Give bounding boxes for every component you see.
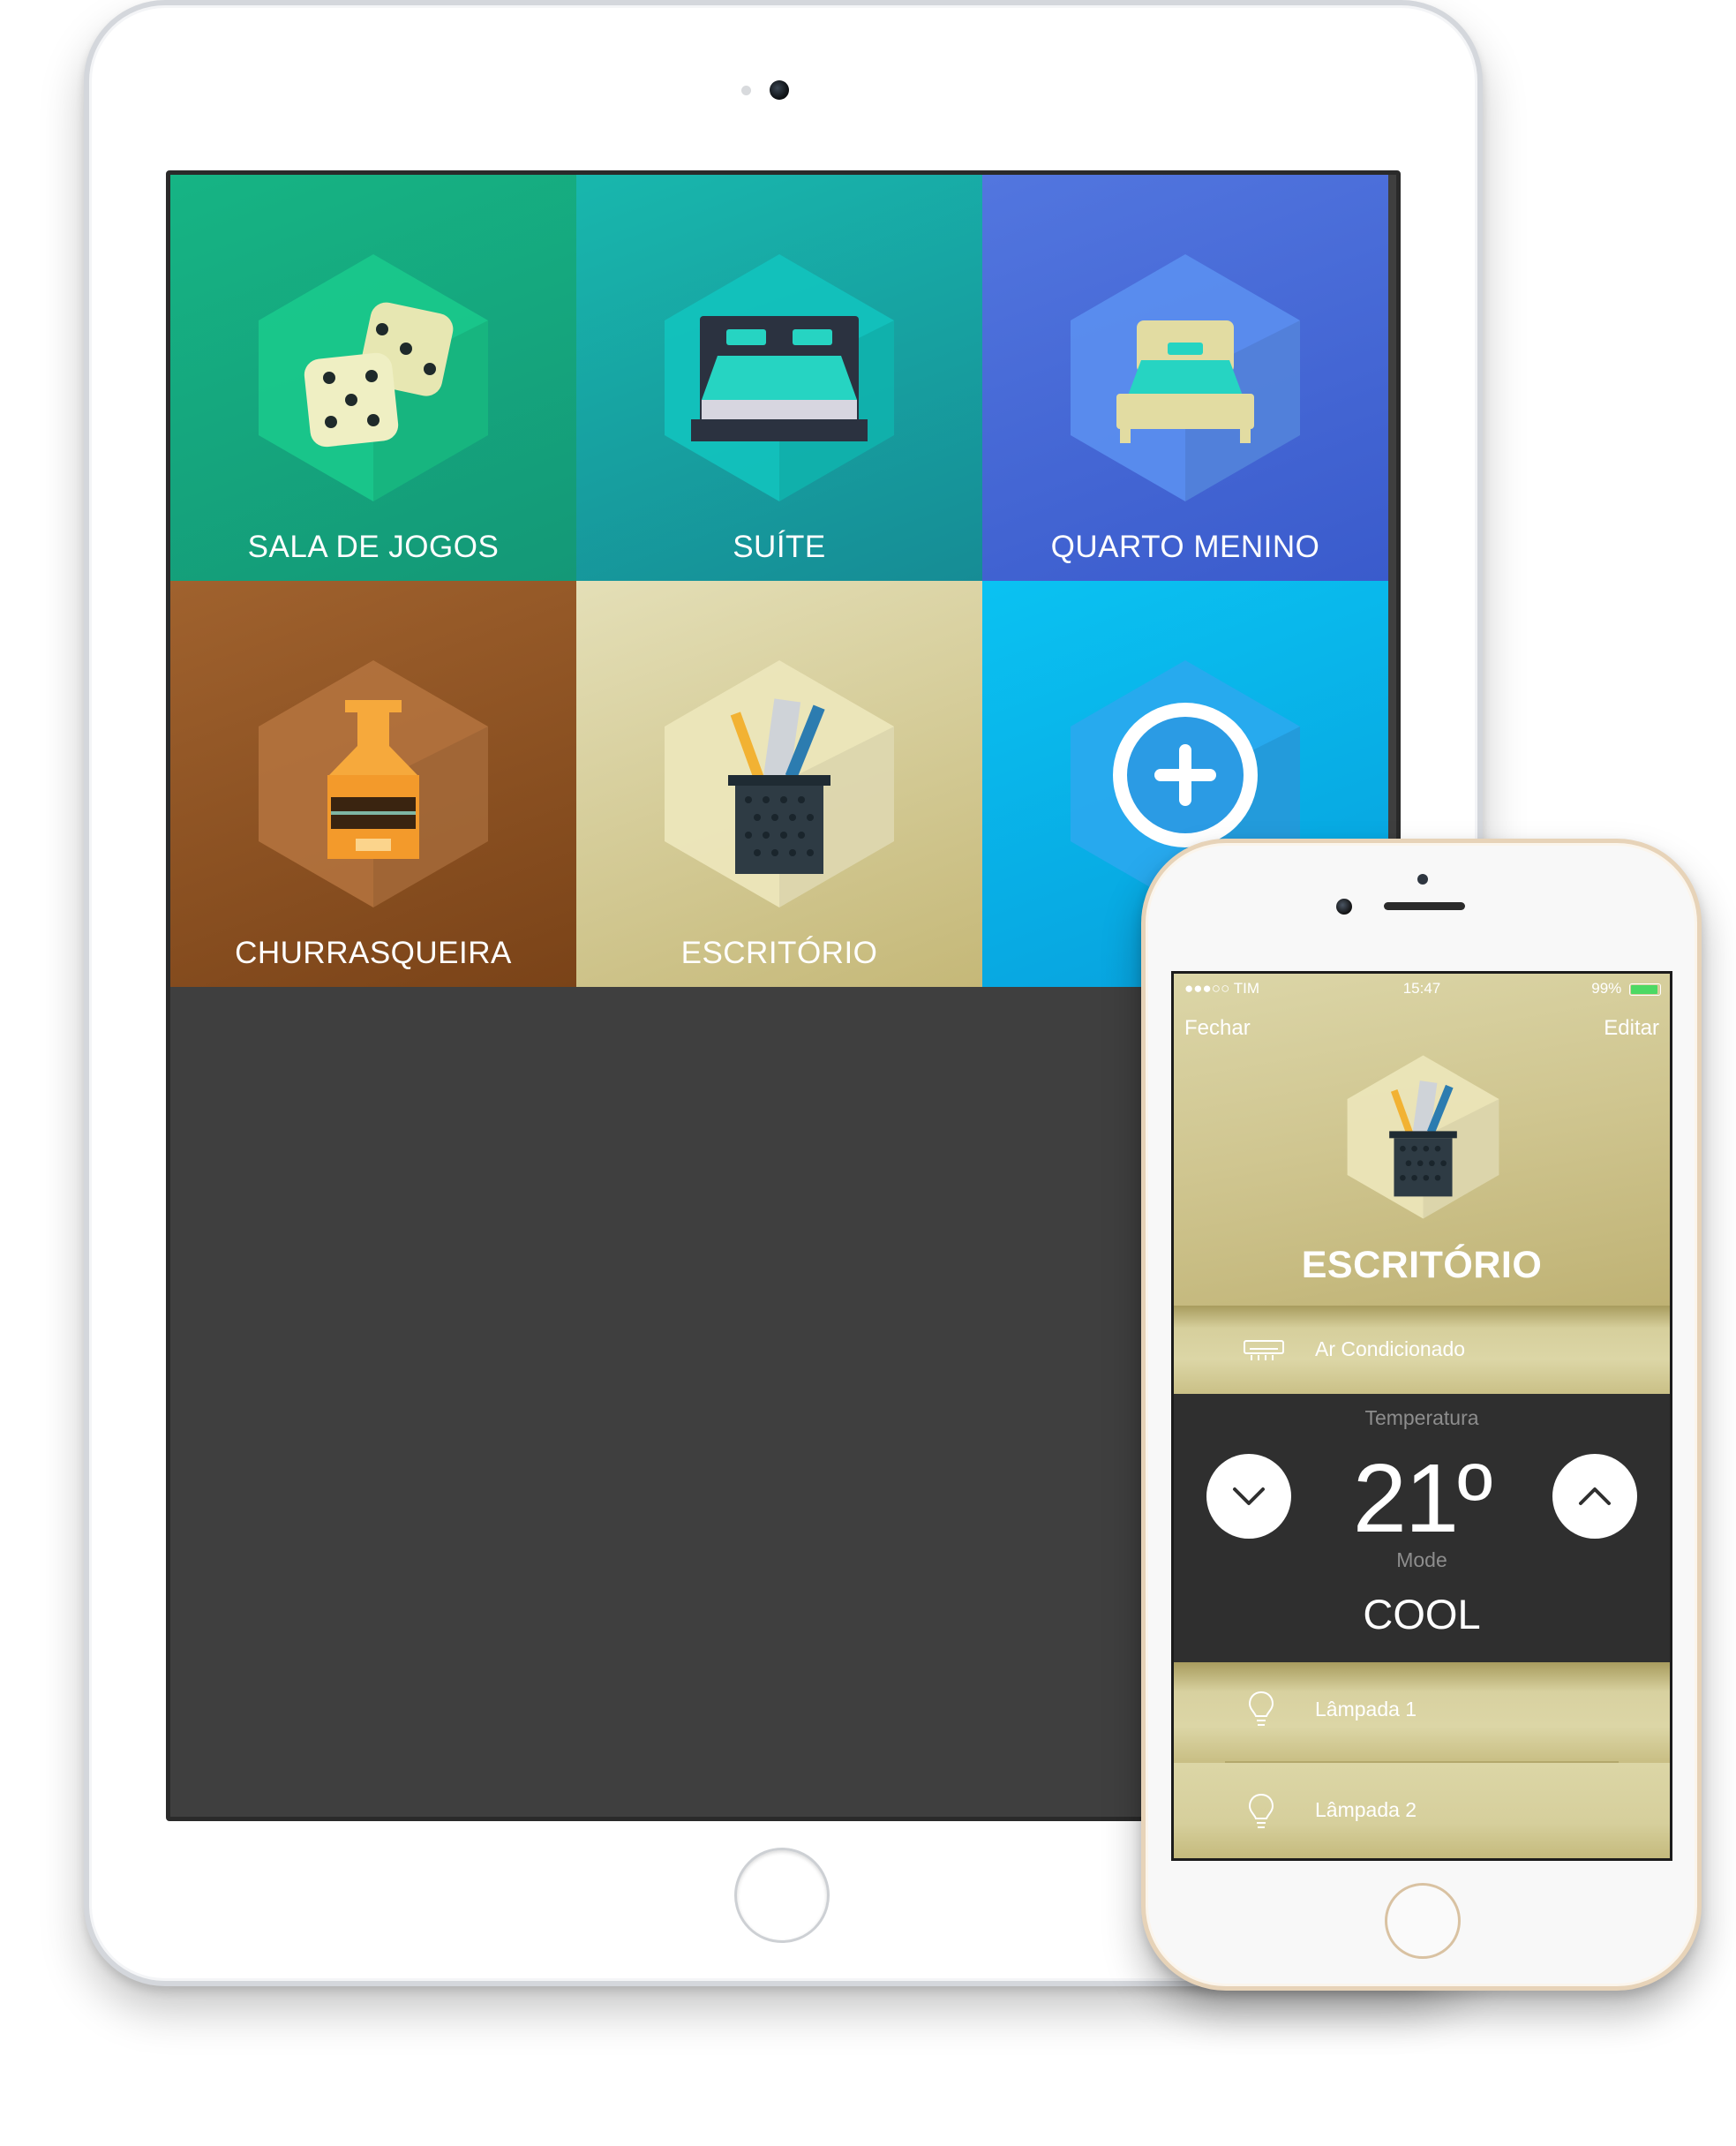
- device-name: Ar Condicionado: [1315, 1337, 1466, 1360]
- mode-value[interactable]: COOL: [1174, 1590, 1670, 1638]
- room-label: ESCRITÓRIO: [680, 936, 878, 970]
- pencil-cup-icon: [1347, 1055, 1499, 1219]
- battery-icon: [1629, 983, 1661, 996]
- room-label: CHURRASQUEIRA: [235, 936, 512, 970]
- ipad-home-button[interactable]: [734, 1848, 830, 1943]
- lightbulb-icon: [1248, 1690, 1274, 1726]
- battery-status: 99%: [1591, 980, 1661, 998]
- status-bar: ●●●○○ TIM 15:47 99%: [1174, 974, 1670, 1000]
- close-button[interactable]: Fechar: [1184, 1016, 1251, 1041]
- mode-label: Mode: [1396, 1548, 1447, 1571]
- room-tile-quarto-menino[interactable]: QUARTO MENINO: [982, 175, 1388, 581]
- phone-screen: ●●●○○ TIM 15:47 99% Fechar Editar ESCRIT…: [1171, 971, 1672, 1861]
- temperature-label: Temperatura: [1364, 1406, 1479, 1429]
- room-label: SALA DE JOGOS: [247, 530, 500, 564]
- dice-icon: [259, 254, 488, 501]
- room-label: QUARTO MENINO: [1050, 530, 1320, 564]
- room-label: SUÍTE: [733, 530, 826, 564]
- bottle-icon: [259, 660, 488, 907]
- double-bed-icon: [665, 254, 894, 501]
- iphone-home-button[interactable]: [1385, 1883, 1461, 1959]
- room-title: ESCRITÓRIO: [1301, 1244, 1543, 1286]
- iphone-proximity-sensor: [1417, 874, 1428, 885]
- room-tile-escritorio[interactable]: ESCRITÓRIO: [576, 581, 982, 987]
- device-row-lamp-1[interactable]: Lâmpada 1: [1174, 1662, 1670, 1761]
- device-name: Lâmpada 1: [1315, 1698, 1417, 1721]
- room-tile-churrasqueira[interactable]: CHURRASQUEIRA: [170, 581, 576, 987]
- ipad-camera: [770, 80, 789, 100]
- device-row-ac[interactable]: Ar Condicionado: [1174, 1306, 1670, 1396]
- single-bed-icon: [1071, 254, 1300, 501]
- battery-percent: 99%: [1591, 980, 1622, 997]
- ipad-sensor: [741, 86, 751, 95]
- device-row-lamp-2[interactable]: Lâmpada 2: [1174, 1763, 1670, 1858]
- iphone-speaker: [1384, 902, 1465, 910]
- device-name: Lâmpada 2: [1315, 1798, 1417, 1821]
- edit-button[interactable]: Editar: [1604, 1016, 1659, 1041]
- lightbulb-icon: [1248, 1793, 1274, 1828]
- pencil-cup-icon: [665, 660, 894, 907]
- air-conditioner-icon: [1244, 1340, 1284, 1360]
- ac-control-panel: Temperatura 21º Mode COOL: [1174, 1394, 1670, 1662]
- iphone-camera: [1336, 899, 1352, 915]
- chevron-up-icon: [1579, 1487, 1611, 1505]
- room-tile-sala-de-jogos[interactable]: SALA DE JOGOS: [170, 175, 576, 581]
- temperature-up-button[interactable]: [1552, 1454, 1637, 1539]
- room-tile-suite[interactable]: SUÍTE: [576, 175, 982, 581]
